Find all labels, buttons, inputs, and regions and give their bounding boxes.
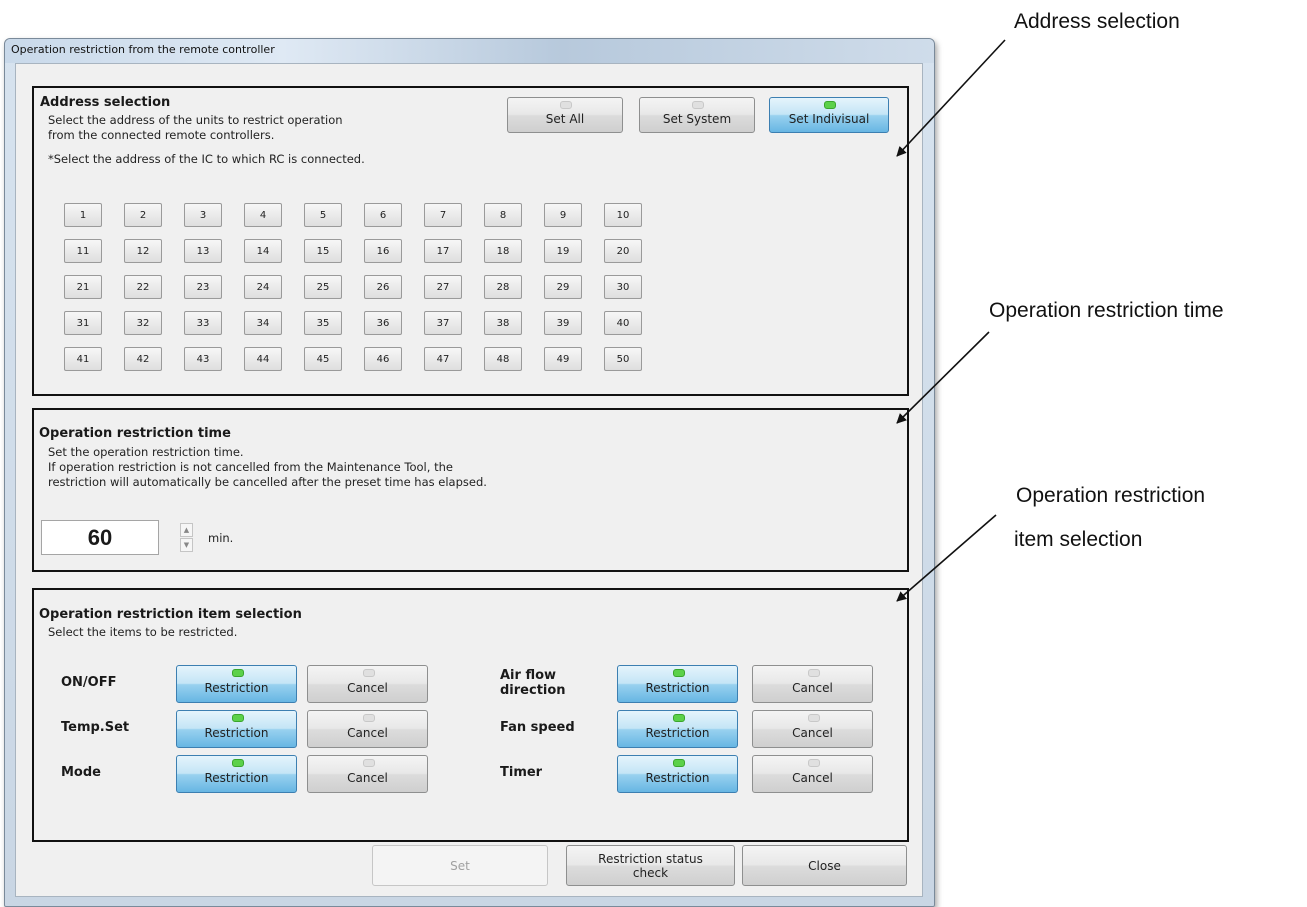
arrow-address-selection xyxy=(896,39,1006,157)
arrow-restriction-time xyxy=(896,331,990,424)
annotation-arrows xyxy=(896,39,1006,602)
arrow-item-selection xyxy=(896,514,997,602)
